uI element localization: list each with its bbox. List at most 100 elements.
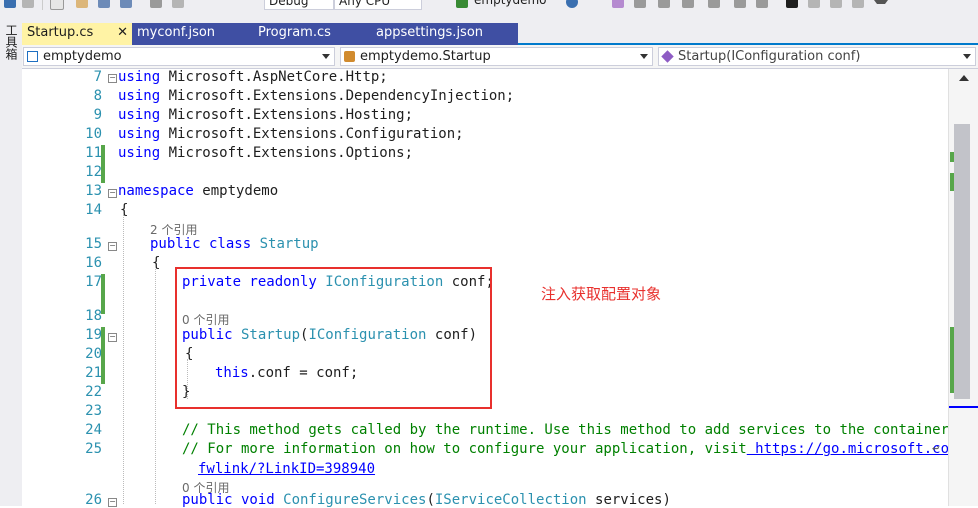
code-line: using Microsoft.Extensions.Options; (118, 145, 413, 161)
code-line: using Microsoft.Extensions.DependencyInj… (118, 88, 514, 104)
code-token: using (118, 88, 161, 104)
line-number: 25 (85, 441, 102, 457)
code-token: Microsoft.Extensions.DependencyInjection… (160, 88, 515, 104)
line-number: 15 (85, 236, 102, 252)
code-line: fwlink/?LinkID=398940 (198, 461, 375, 477)
class-icon (344, 51, 355, 62)
scrollbar-thumb[interactable] (954, 124, 970, 399)
chevron-down-icon (640, 54, 648, 59)
member-dropdown[interactable]: Startup(IConfiguration conf) (658, 47, 976, 66)
forward-icon[interactable] (22, 0, 34, 8)
line-number: 9 (93, 107, 102, 123)
bookmark-clear-icon[interactable] (852, 0, 864, 8)
type-name: emptydemo.Startup (360, 49, 491, 64)
line-number: 21 (85, 365, 102, 381)
indent-guide (155, 269, 156, 504)
code-token: public class (150, 236, 252, 252)
annotation-label: 注入获取配置对象 (541, 285, 662, 303)
line-number: 11 (85, 145, 102, 161)
comment-icon[interactable] (734, 0, 746, 8)
code-line: using Microsoft.AspNetCore.Http; (118, 69, 388, 85)
toolbar-tool-icon[interactable] (612, 0, 624, 8)
code-line: // For more information on how to config… (182, 441, 966, 457)
project-dropdown[interactable]: emptydemo (23, 47, 335, 66)
caret-position-marker (949, 406, 978, 408)
code-link[interactable]: fwlink/?LinkID=398940 (198, 461, 375, 477)
collapse-toggle[interactable]: − (108, 74, 117, 83)
document-tab-bar: Startup.cs ✕ myconf.json Program.cs apps… (22, 18, 978, 45)
collapse-toggle[interactable]: − (108, 242, 117, 251)
line-number: 24 (85, 422, 102, 438)
bookmark-next-icon[interactable] (830, 0, 842, 8)
redo-icon[interactable] (172, 0, 184, 8)
line-number: 20 (85, 346, 102, 362)
collapse-toggle[interactable]: − (108, 189, 117, 198)
csharp-project-icon (27, 51, 38, 62)
codelens-references[interactable]: 2 个引用 (150, 221, 197, 238)
line-number: 23 (85, 403, 102, 419)
change-indicator (101, 274, 105, 314)
highlight-box (175, 267, 492, 409)
save-all-icon[interactable] (120, 0, 132, 8)
tab-program-cs[interactable]: Program.cs (253, 23, 371, 45)
code-token: using (118, 107, 161, 123)
save-icon[interactable] (98, 0, 110, 8)
type-dropdown[interactable]: emptydemo.Startup (340, 47, 653, 66)
back-icon[interactable] (4, 0, 16, 8)
new-file-icon[interactable] (50, 0, 64, 10)
main-toolbar: Debug Any CPU emptydemo (0, 0, 978, 18)
line-number: 14 (85, 202, 102, 218)
change-marker (950, 152, 954, 162)
change-indicator (101, 145, 105, 183)
chevron-down-icon (322, 54, 330, 59)
word-wrap-icon: ↩ (932, 441, 940, 455)
undo-icon[interactable] (150, 0, 162, 8)
chevron-down-icon (963, 54, 971, 59)
toolbar-tool-icon[interactable] (658, 0, 670, 8)
change-marker (950, 173, 954, 191)
line-number: 22 (85, 384, 102, 400)
scroll-up-icon[interactable] (959, 75, 969, 81)
code-token: { (120, 202, 129, 218)
tab-startup-cs[interactable]: Startup.cs ✕ (22, 23, 132, 45)
toolbar-separator (42, 0, 43, 10)
line-number: 7 (93, 69, 102, 85)
left-tool-strip: 工具箱 (0, 18, 23, 506)
collapse-toggle[interactable]: − (108, 333, 117, 342)
toolbar-overflow-icon[interactable] (874, 0, 888, 10)
line-number: 17 (85, 274, 102, 290)
line-number: 12 (85, 164, 102, 180)
code-token: Microsoft.Extensions.Hosting; (160, 107, 414, 123)
platform-select[interactable]: Any CPU (334, 0, 422, 10)
tab-myconf-json[interactable]: myconf.json (132, 23, 253, 45)
navigation-bar: emptydemo emptydemo.Startup Startup(ICon… (22, 45, 978, 69)
uncomment-icon[interactable] (756, 0, 768, 8)
codelens-references[interactable]: 0 个引用 (182, 479, 229, 496)
line-number: 18 (85, 308, 102, 324)
close-icon[interactable]: ✕ (117, 23, 128, 43)
line-number: 19 (85, 327, 102, 343)
bookmark-icon[interactable] (786, 0, 798, 8)
code-token: emptydemo (193, 183, 279, 199)
run-target[interactable]: emptydemo (470, 0, 558, 8)
bookmark-prev-icon[interactable] (808, 0, 820, 8)
code-line: public class Startup (150, 236, 319, 252)
toolbar-tool-icon[interactable] (634, 0, 646, 8)
open-folder-icon[interactable] (76, 0, 88, 8)
toolbar-tool-icon[interactable] (708, 0, 720, 8)
vertical-scrollbar[interactable] (948, 69, 978, 506)
configuration-select[interactable]: Debug (264, 0, 334, 10)
code-line: // This method gets called by the runtim… (182, 422, 957, 438)
tab-label: appsettings.json (376, 25, 484, 40)
tab-appsettings-json[interactable]: appsettings.json (371, 23, 518, 45)
toolbox-tab[interactable]: 工具箱 (3, 24, 18, 60)
code-token: Startup (251, 236, 319, 252)
refresh-icon[interactable] (566, 0, 578, 8)
start-debug-icon[interactable] (456, 0, 468, 8)
toolbar-tool-icon[interactable] (682, 0, 694, 8)
code-line: using Microsoft.Extensions.Configuration… (118, 126, 464, 142)
line-number: 13 (85, 183, 102, 199)
code-token: using (118, 126, 161, 142)
line-number: 10 (85, 126, 102, 142)
member-name: Startup(IConfiguration conf) (678, 49, 861, 64)
